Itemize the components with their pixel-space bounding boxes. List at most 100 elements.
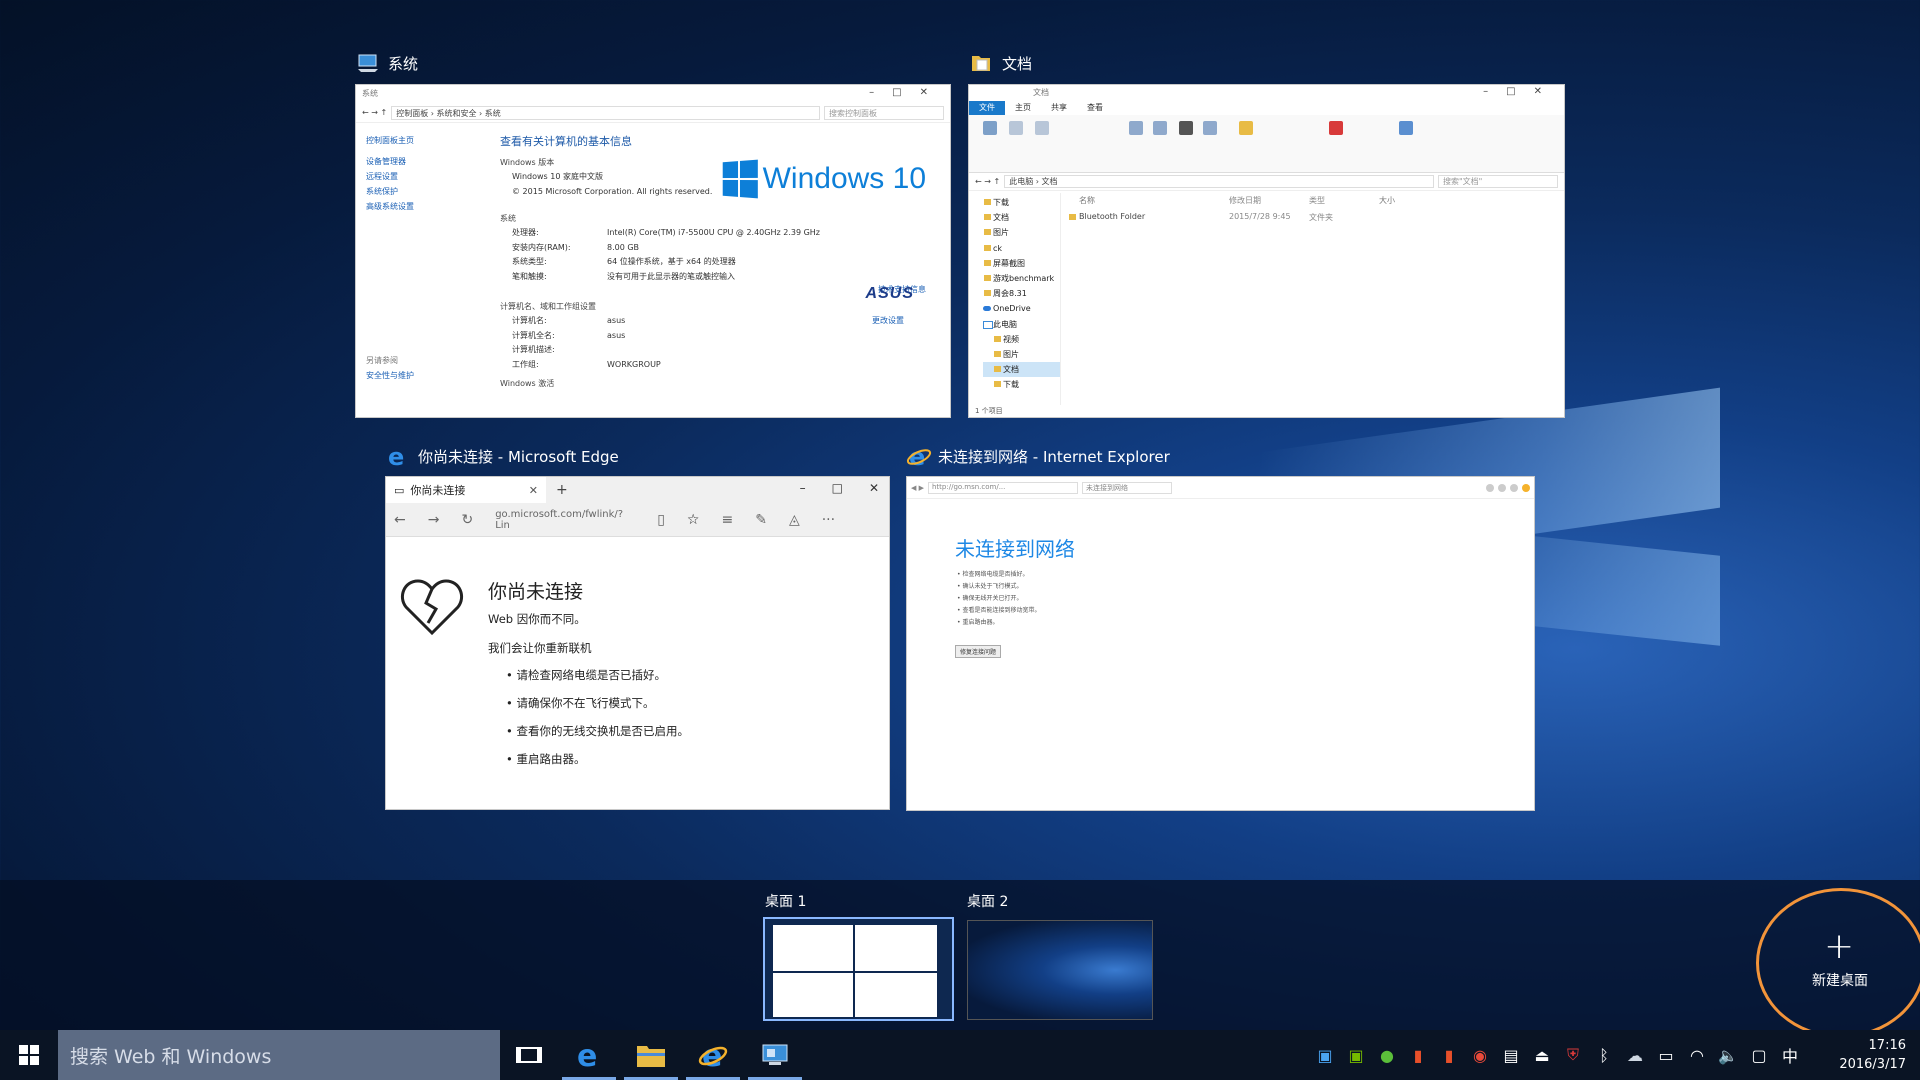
more-icon: ··· xyxy=(821,511,836,528)
tray-app-icon[interactable]: ● xyxy=(1377,1046,1397,1065)
titlebar-text: 系统 xyxy=(362,89,378,98)
nav-item: ck xyxy=(983,241,1060,256)
ribbon-tab-view: 查看 xyxy=(1087,103,1103,112)
see-also-label: 另请参阅 xyxy=(366,356,398,365)
window-title-edge[interactable]: e 你尚未连接 - Microsoft Edge xyxy=(386,443,619,471)
ie-window-thumbnail[interactable]: ◀ ▶ http://go.msn.com/... 未连接到网络 未连接到网络 … xyxy=(906,476,1535,811)
window-title-system[interactable]: 系统 xyxy=(356,51,418,75)
main-pane: 查看有关计算机的基本信息 Windows 版本 Windows 10 家庭中文版… xyxy=(496,125,936,417)
desktop-1-thumbnail[interactable] xyxy=(763,917,954,1021)
edition-value: Windows 10 家庭中文版 xyxy=(512,172,603,181)
section-activation: Windows 激活 xyxy=(500,379,555,388)
page-line: 我们会让你重新联机 xyxy=(488,641,592,655)
fix-connection-button: 修复连接问题 xyxy=(955,645,1002,658)
nav-item: 下载 xyxy=(983,195,1060,210)
address-path: 此电脑 › 文档 xyxy=(1004,175,1434,188)
taskbar: 搜索 Web 和 Windows e e ▣ ▣ ● ▮ ▮ ◉ ▤ ⏏ ⛨ ᛒ… xyxy=(0,1030,1920,1080)
tray-app-icon[interactable]: ▤ xyxy=(1501,1046,1521,1065)
ie-tab: 未连接到网络 xyxy=(1082,481,1172,494)
nav-item-this-pc: 此电脑 xyxy=(983,317,1060,332)
ie-icon: e xyxy=(698,1040,728,1070)
usb-icon[interactable]: ⏏ xyxy=(1532,1046,1552,1065)
favorite-star-icon: ☆ xyxy=(686,511,700,528)
taskbar-edge[interactable]: e xyxy=(558,1030,620,1080)
start-button[interactable] xyxy=(0,1030,58,1080)
titlebar: 文档 –□✕ xyxy=(969,85,1564,101)
info-key: 计算机全名: xyxy=(512,330,555,340)
window-title-ie[interactable]: e 未连接到网络 - Internet Explorer xyxy=(906,443,1170,471)
edge-window-thumbnail[interactable]: ▭ 你尚未连接 ✕ + – □ ✕ ← → ↻ go.microsoft.com/f… xyxy=(385,476,890,810)
virtual-desktops-strip xyxy=(0,880,1920,1030)
taskbar-search-box[interactable]: 搜索 Web 和 Windows xyxy=(58,1030,500,1080)
new-desktop-button[interactable]: 新建桌面 xyxy=(1812,970,1868,990)
mini-window xyxy=(773,925,853,971)
titlebar: 系统 –□✕ xyxy=(356,85,950,103)
edge-toolbar: ← → ↻ go.microsoft.com/fwlink/?Lin ▯ ☆ ≡… xyxy=(386,503,889,537)
onedrive-icon[interactable]: ☁ xyxy=(1625,1046,1645,1065)
pin-icon xyxy=(983,121,997,135)
security-icon[interactable]: ⛨ xyxy=(1563,1045,1583,1065)
column-date: 修改日期 xyxy=(1229,196,1261,205)
nav-item: 周会8.31 xyxy=(983,286,1060,301)
tip-item: 检查网络电缆是否插好。 xyxy=(957,569,1040,581)
tip-item: 查看你的无线交换机是否已启用。 xyxy=(506,717,689,745)
bluetooth-icon[interactable]: ᛒ xyxy=(1594,1046,1614,1065)
close-tab-icon: ✕ xyxy=(528,483,538,497)
tip-item: 确认未处于飞行模式。 xyxy=(957,581,1040,593)
desktop-2-thumbnail[interactable] xyxy=(967,920,1153,1020)
address-path: 控制面板 › 系统和安全 › 系统 xyxy=(391,105,820,120)
taskbar-system[interactable] xyxy=(744,1030,806,1080)
nvidia-icon[interactable]: ▣ xyxy=(1346,1046,1366,1065)
page-icon: ▭ xyxy=(394,483,405,497)
taskbar-internet-explorer[interactable]: e xyxy=(682,1030,744,1080)
tray-app-icon[interactable]: ▣ xyxy=(1315,1046,1335,1065)
page-heading: 查看有关计算机的基本信息 xyxy=(500,135,632,148)
tray-app-icon[interactable]: ◉ xyxy=(1470,1046,1490,1065)
battery-icon[interactable]: ▭ xyxy=(1656,1046,1676,1065)
plus-icon[interactable]: + xyxy=(1824,926,1854,967)
taskbar-file-explorer[interactable] xyxy=(620,1030,682,1080)
info-key: 安装内存(RAM): xyxy=(512,242,571,252)
info-row: 笔和触摸: 没有可用于此显示器的笔或触控输入 xyxy=(512,270,936,285)
see-also-link: 安全性与维护 xyxy=(366,371,414,380)
info-row: 处理器: Intel(R) Core(TM) i7-5500U CPU @ 2.4… xyxy=(512,226,936,241)
select-all-icon xyxy=(1399,121,1413,135)
ime-indicator[interactable]: 中 xyxy=(1780,1043,1800,1067)
office-icon[interactable]: ▮ xyxy=(1408,1046,1428,1065)
system-window-thumbnail[interactable]: 系统 –□✕ ← → ↑ 控制面板 › 系统和安全 › 系统 搜索控制面板 控制面… xyxy=(355,84,951,418)
nav-item: 图片 xyxy=(983,225,1060,240)
windows-10-logo: Windows 10 xyxy=(721,159,926,199)
ie-icon: e xyxy=(906,443,932,471)
task-view-button[interactable] xyxy=(500,1030,558,1080)
left-link: 控制面板主页 xyxy=(366,136,414,145)
window-controls: –□✕ xyxy=(799,481,879,495)
copy-icon xyxy=(1009,121,1023,135)
action-center-icon[interactable]: ▢ xyxy=(1749,1046,1769,1065)
broken-heart-icon xyxy=(401,579,463,636)
move-icon xyxy=(1129,121,1143,135)
edge-tab: ▭ 你尚未连接 ✕ xyxy=(386,477,546,503)
info-value: 64 位操作系统，基于 x64 的处理器 xyxy=(607,257,736,266)
edge-icon: e xyxy=(386,443,410,471)
window-controls: –□✕ xyxy=(1483,86,1560,97)
window-title-label: 未连接到网络 - Internet Explorer xyxy=(938,447,1170,466)
address-bar: ← → ↑ 此电脑 › 文档 搜索"文档" xyxy=(969,173,1564,191)
info-key: 处理器: xyxy=(512,228,539,237)
column-type: 类型 xyxy=(1309,196,1325,205)
office-icon[interactable]: ▮ xyxy=(1439,1046,1459,1065)
page-heading: 你尚未连接 xyxy=(488,581,584,603)
wifi-icon[interactable]: ◠ xyxy=(1687,1046,1707,1065)
info-row: 安装内存(RAM): 8.00 GB xyxy=(512,241,936,256)
window-title-documents[interactable]: 文档 xyxy=(970,51,1032,75)
clock[interactable]: 17:16 2016/3/17 xyxy=(1839,1036,1906,1074)
system-icon xyxy=(762,1044,788,1065)
volume-icon[interactable]: 🔈 xyxy=(1718,1046,1738,1065)
info-row: 计算机名: asus 更改设置 xyxy=(512,314,936,329)
ribbon-tab-file: 文件 xyxy=(969,101,1005,115)
info-value: 8.00 GB xyxy=(607,242,640,252)
documents-window-thumbnail[interactable]: 文档 –□✕ 文件 主页 共享 查看 ← → ↑ 此电脑 › 文档 搜索"文档" … xyxy=(968,84,1565,418)
tip-item: 请检查网络电缆是否已插好。 xyxy=(506,661,689,689)
folder-icon xyxy=(970,51,994,75)
ie-address-bar: ◀ ▶ http://go.msn.com/... 未连接到网络 xyxy=(907,477,1534,499)
tip-item: 重启路由器。 xyxy=(957,617,1040,629)
